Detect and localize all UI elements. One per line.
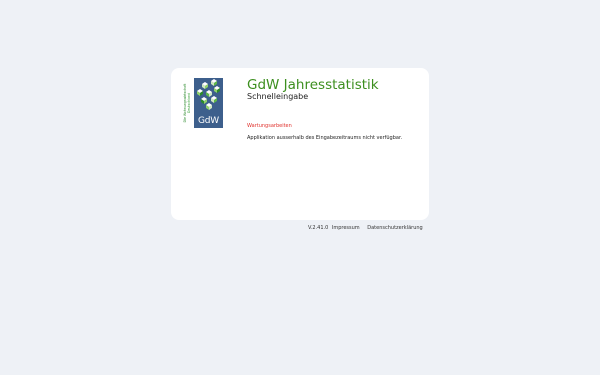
- maintenance-title: Wartungsarbeiten: [247, 123, 292, 129]
- footer: V.2.41.0 Impressum Datenschutzerklärung: [308, 225, 423, 231]
- content-card: Die Wohnungswirtschaft Deutschland GdW G…: [171, 68, 429, 220]
- page-subtitle: Schnelleingabe: [247, 92, 309, 101]
- logo-text: GdW: [198, 116, 219, 126]
- maintenance-message: Applikation ausserhalb des Eingabezeitra…: [247, 135, 403, 141]
- logo-vertical-text: Die Wohnungswirtschaft Deutschland: [182, 78, 191, 128]
- gdw-logo: Die Wohnungswirtschaft Deutschland GdW: [182, 78, 224, 128]
- datenschutz-link[interactable]: Datenschutzerklärung: [367, 225, 422, 231]
- impressum-link[interactable]: Impressum: [332, 225, 360, 231]
- version-label: V.2.41.0: [308, 225, 329, 231]
- logo-vertical-line-2: Deutschland: [186, 92, 191, 114]
- logo-box: GdW: [194, 78, 223, 128]
- logo-houses-icon: [197, 79, 220, 110]
